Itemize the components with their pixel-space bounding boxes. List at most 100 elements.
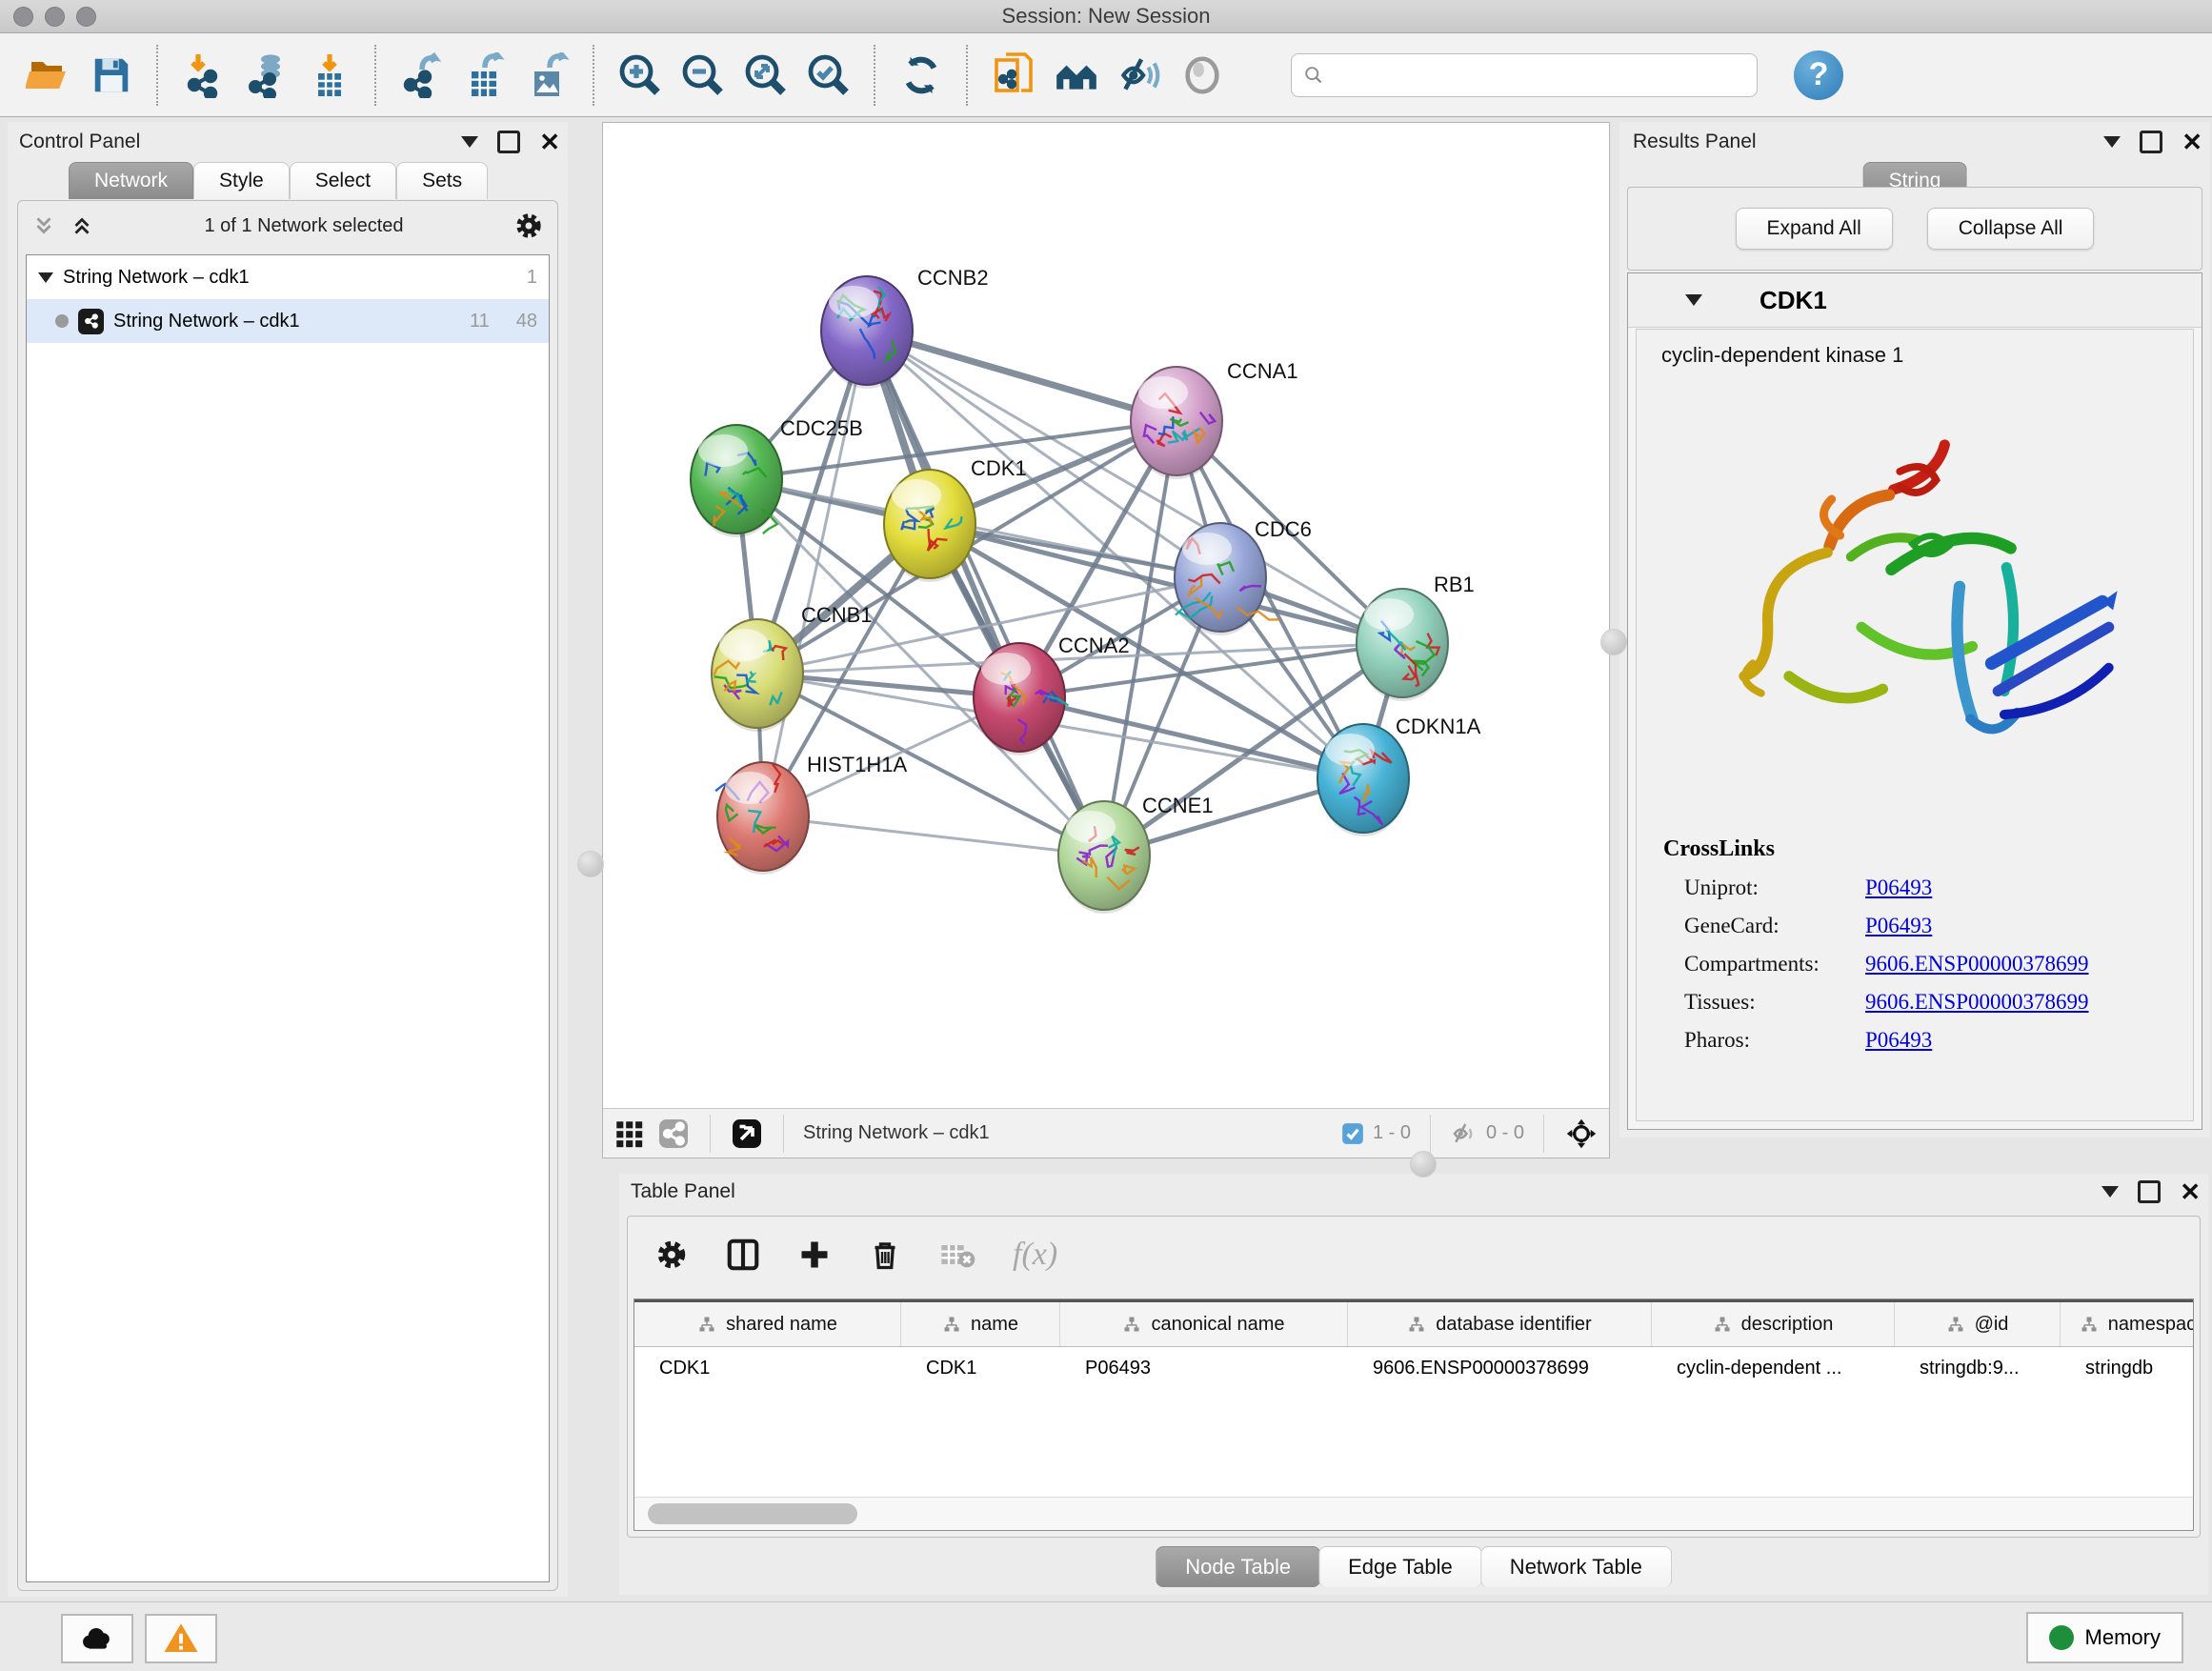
panel-float-icon[interactable] [2140,131,2162,153]
delete-column-icon[interactable] [868,1238,902,1272]
collapse-all-button[interactable]: Collapse All [1927,208,2095,250]
toolbar-separator [374,45,377,106]
network-tab-content: 1 of 1 Network selected String Network –… [17,200,558,1591]
scrollbar-thumb[interactable] [648,1503,857,1524]
zoom-selected-button[interactable] [797,41,860,110]
export-table-button[interactable] [453,41,516,110]
node-CDK1[interactable]: CDK1 [884,456,1027,582]
grid-view-icon[interactable] [613,1117,645,1150]
save-session-button[interactable] [80,41,143,110]
node-CDKN1A[interactable]: CDKN1A [1317,715,1481,836]
tab-network-table[interactable]: Network Table [1480,1546,1672,1587]
help-button[interactable]: ? [1794,50,1843,100]
crosslink-link[interactable]: 9606.ENSP00000378699 [1865,990,2089,1015]
crosslink-link[interactable]: P06493 [1865,1028,1932,1053]
tab-sets[interactable]: Sets [396,162,488,199]
column-header-namespace[interactable]: namespace [2061,1302,2194,1346]
selected-checkbox-icon[interactable] [1340,1121,1365,1146]
tab-node-table[interactable]: Node Table [1156,1546,1320,1587]
apply-layout-button[interactable] [890,41,953,110]
panel-menu-icon[interactable] [2103,136,2121,148]
node-label-CDC6: CDC6 [1255,517,1312,541]
show-columns-icon[interactable] [725,1237,761,1273]
panel-menu-icon[interactable] [2101,1186,2119,1198]
crosslink-link[interactable]: P06493 [1865,876,1932,900]
hide-selected-button[interactable] [1108,41,1171,110]
column-header-database-identifier[interactable]: database identifier [1348,1302,1652,1346]
crosslink-row: Tissues:9606.ENSP00000378699 [1684,990,2193,1015]
bottom-splitter-handle[interactable] [1410,1151,1437,1178]
expand-all-button[interactable]: Expand All [1736,208,1893,250]
close-window-button[interactable] [13,7,33,27]
node-HIST1H1A[interactable]: HIST1H1A [715,753,907,875]
tab-select[interactable]: Select [290,162,396,199]
function-builder-icon[interactable]: f(x) [1013,1237,1057,1273]
open-session-button[interactable] [17,41,80,110]
tab-network[interactable]: Network [69,162,193,199]
import-network-database-button[interactable] [235,41,298,110]
table-cell: cyclin-dependent ... [1652,1347,1895,1389]
zoom-in-button[interactable] [609,41,672,110]
expand-all-icon[interactable] [70,213,94,238]
network-collection-row[interactable]: String Network – cdk1 1 [27,255,549,299]
network-row[interactable]: String Network – cdk1 11 48 [27,299,549,343]
new-network-from-selection-button[interactable] [982,41,1045,110]
node-CCNA1[interactable]: CCNA1 [1131,359,1298,479]
add-column-icon[interactable] [797,1238,832,1272]
panel-float-icon[interactable] [2138,1180,2161,1203]
panel-float-icon[interactable] [497,131,520,153]
horizontal-scrollbar[interactable] [634,1497,2193,1530]
node-CDC6[interactable]: CDC6 [1175,517,1312,635]
gene-collapse-icon[interactable] [1685,294,1702,306]
table-cell: CDK1 [901,1347,1060,1389]
node-CCNE1[interactable]: CCNE1 [1058,794,1214,914]
column-header-@id[interactable]: @id [1895,1302,2061,1346]
memory-button[interactable]: Memory [2026,1612,2183,1663]
panel-menu-icon[interactable] [461,136,478,148]
panel-close-icon[interactable]: ✕ [539,130,560,154]
pan-crosshair-icon[interactable] [1563,1116,1599,1152]
node-CCNB2[interactable]: CCNB2 [821,266,989,389]
warning-icon [161,1619,201,1659]
table-gear-icon[interactable] [654,1238,689,1272]
automation-cloud-button[interactable] [61,1614,133,1663]
warnings-button[interactable] [145,1614,217,1663]
zoom-fit-button[interactable] [734,41,797,110]
column-header-shared-name[interactable]: shared name [634,1302,901,1346]
minimize-window-button[interactable] [45,7,65,27]
left-splitter-handle[interactable] [577,851,604,877]
search-input[interactable] [1332,63,1745,87]
birdseye-view-icon[interactable] [656,1117,691,1151]
gear-icon[interactable] [513,211,544,241]
delete-table-icon[interactable] [938,1236,976,1274]
import-network-file-button[interactable] [172,41,235,110]
column-header-name[interactable]: name [901,1302,1060,1346]
tab-style[interactable]: Style [193,162,290,199]
export-network-button[interactable] [391,41,453,110]
collapse-all-icon[interactable] [31,213,56,238]
node-RB1[interactable]: RB1 [1357,573,1475,701]
zoom-out-button[interactable] [672,41,734,110]
hidden-eye-icon[interactable] [1450,1119,1478,1148]
column-header-canonical-name[interactable]: canonical name [1060,1302,1348,1346]
first-neighbors-button[interactable] [1045,41,1108,110]
collection-expand-icon[interactable] [38,272,53,283]
tab-edge-table[interactable]: Edge Table [1318,1546,1482,1587]
gene-section-header[interactable]: CDK1 [1628,273,2202,328]
open-in-window-icon[interactable] [730,1117,764,1151]
show-all-button[interactable] [1171,41,1234,110]
hierarchy-icon [942,1315,961,1334]
panel-close-icon[interactable]: ✕ [2182,130,2202,154]
panel-close-icon[interactable]: ✕ [2180,1179,2201,1204]
export-image-button[interactable] [516,41,579,110]
node-CCNA2[interactable]: CCNA2 [974,634,1130,755]
crosslink-link[interactable]: P06493 [1865,914,1932,938]
network-canvas[interactable]: CCNB2CCNA1CDC25BCDK1CDC6RB1CCNB1CCNA2CDK… [603,123,1609,1106]
maximize-window-button[interactable] [76,7,96,27]
hierarchy-icon [1122,1315,1141,1334]
table-row[interactable]: CDK1CDK1P064939606.ENSP00000378699cyclin… [634,1347,2193,1389]
import-table-button[interactable] [298,41,361,110]
right-splitter-handle[interactable] [1600,629,1627,655]
crosslink-link[interactable]: 9606.ENSP00000378699 [1865,952,2089,976]
column-header-description[interactable]: description [1652,1302,1895,1346]
